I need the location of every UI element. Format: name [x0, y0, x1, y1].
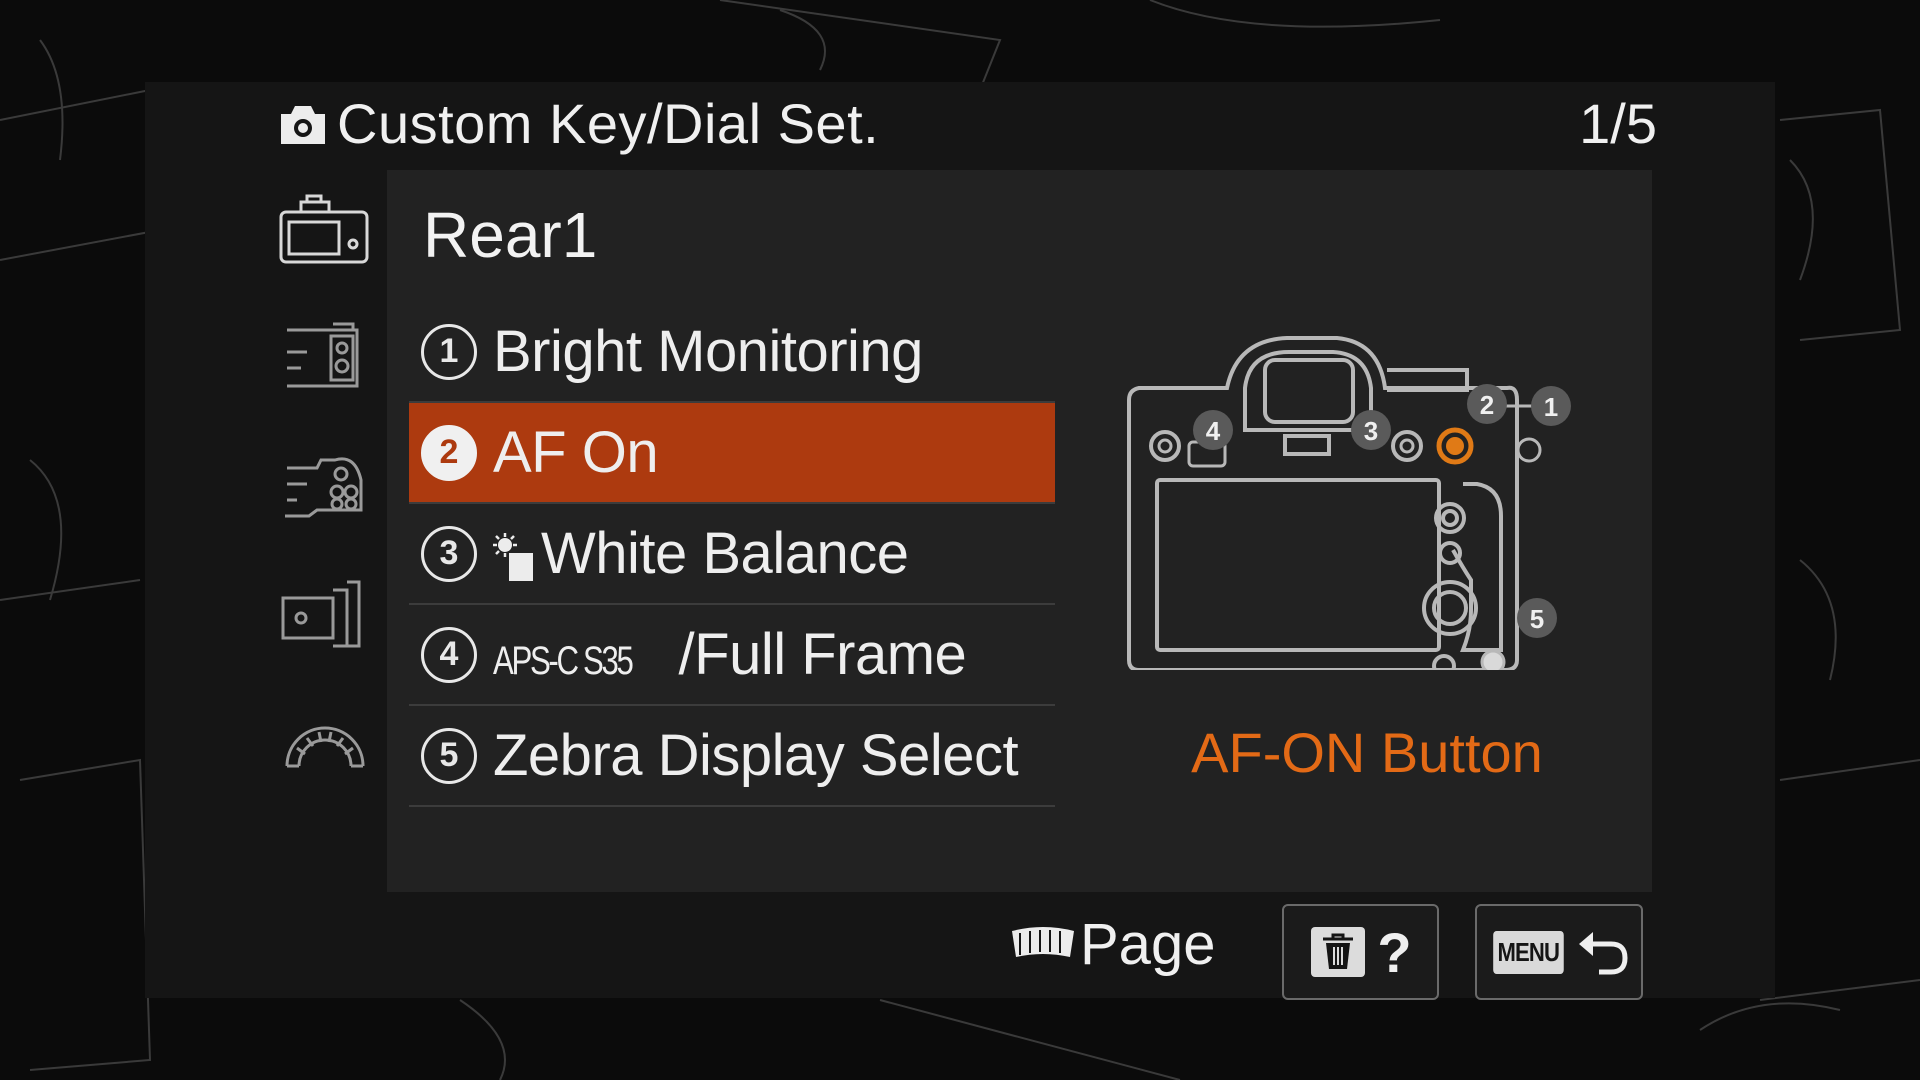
selected-button-name: AF-ON Button [1191, 721, 1543, 784]
callout-3: 3 [1364, 416, 1378, 446]
diagram-callouts: 1 2 3 4 5 [1193, 384, 1571, 638]
callout-5: 5 [1530, 604, 1544, 634]
list-item-label-wrap: APS-C S35/Full Frame [493, 621, 967, 688]
callout-number: 5 [421, 727, 477, 784]
list-item-label: /Full Frame [678, 622, 967, 687]
callout-2: 2 [1480, 390, 1494, 420]
header: Custom Key/Dial Set. 1/5 [277, 82, 1657, 170]
list-item-label: White Balance [541, 521, 909, 586]
list-item-label: AF On [493, 420, 659, 485]
list-item-selected[interactable]: 2 AF On [409, 403, 1055, 504]
lens-button-icon[interactable] [277, 572, 373, 652]
page-title: Custom Key/Dial Set. [337, 92, 880, 155]
camera-outline [1127, 336, 1519, 670]
footer: Page ? MENU [145, 892, 1775, 1000]
settings-panel: Rear1 1 Bright Monitoring 2 AF On 3 Whit… [387, 170, 1652, 892]
list-item[interactable]: 5 Zebra Display Select [409, 706, 1055, 807]
white-balance-icon [493, 532, 533, 581]
menu-screen: Custom Key/Dial Set. 1/5 Rear1 1 Bright … [145, 82, 1775, 1000]
rear-buttons [1149, 427, 1542, 670]
callout-1: 1 [1544, 392, 1558, 422]
list-item[interactable]: 3 White Balance [409, 504, 1055, 605]
list-item[interactable]: 4 APS-C S35/Full Frame [409, 605, 1055, 706]
list-item[interactable]: 1 Bright Monitoring [409, 302, 1055, 403]
camera-rear-diagram: 1 2 3 4 5 [1127, 336, 1571, 670]
camera-body-rear-icon[interactable] [277, 192, 373, 272]
callout-number: 3 [421, 525, 477, 582]
list-item-label: Bright Monitoring [493, 319, 923, 384]
page-indicator: 1/5 [1579, 92, 1657, 155]
menu-back-button[interactable]: MENU [1475, 904, 1643, 1000]
camera-icon [281, 106, 325, 144]
callout-number: 4 [421, 626, 477, 683]
dial-icon [1012, 927, 1074, 957]
callout-4: 4 [1206, 416, 1221, 446]
help-icon: ? [1377, 920, 1412, 984]
callout-number: 1 [421, 323, 477, 380]
dial-icon[interactable] [277, 702, 373, 782]
list-item-label: Zebra Display Select [493, 723, 1019, 788]
group-title: Rear1 [423, 199, 598, 271]
camera-body-side-icon[interactable] [277, 312, 373, 392]
page-hint: Page [1010, 904, 1215, 984]
camera-grip-buttons-icon[interactable] [277, 440, 373, 520]
page-hint-label: Page [1080, 911, 1216, 977]
menu-label: MENU [1492, 930, 1564, 974]
return-arrow-icon [1579, 932, 1628, 975]
assignment-list: 1 Bright Monitoring 2 AF On 3 White Bala… [409, 302, 1055, 807]
callout-number: 2 [421, 424, 477, 481]
list-item-label-wrap: White Balance [493, 520, 909, 587]
delete-help-button[interactable]: ? [1282, 904, 1439, 1000]
aps-c-s35-label: APS-C S35 [493, 639, 634, 683]
trash-icon [1311, 927, 1366, 977]
